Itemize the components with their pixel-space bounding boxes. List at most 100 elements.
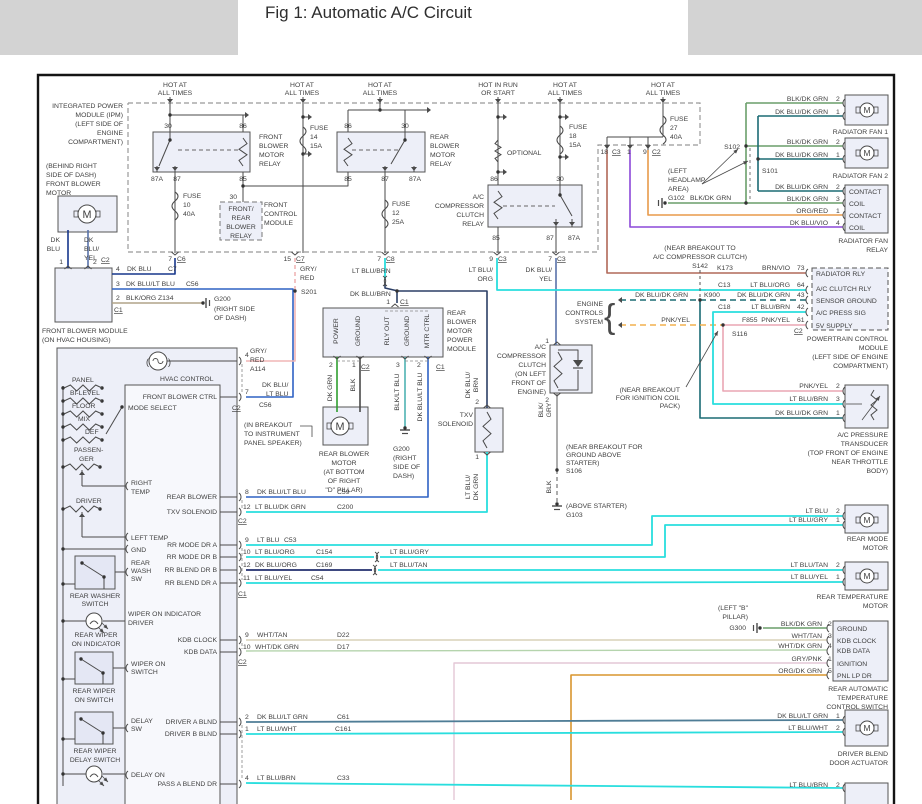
diagram-label: GER — [79, 456, 94, 463]
diagram-label: KDB CLOCK — [837, 638, 877, 645]
diagram-label: 1 — [627, 149, 631, 156]
motor-m-label: M — [864, 571, 871, 581]
diagram-label: 12 — [243, 562, 251, 569]
diagram-label: C1 — [400, 299, 409, 306]
diagram-label: ON SWITCH — [75, 697, 114, 704]
diagram-label: PANEL — [72, 377, 94, 384]
diagram-label: 73 — [797, 265, 805, 272]
junction-dot — [102, 575, 105, 578]
diagram-label: ALL TIMES — [646, 90, 681, 97]
diagram-label: 87 — [381, 176, 389, 183]
diagram-label: LT BLU/WHT — [257, 726, 297, 733]
diagram-label: LT BLU/BRN — [257, 775, 296, 782]
diagram-label: 10 — [243, 644, 251, 651]
diagram-label: ALL TIMES — [285, 90, 320, 97]
diagram-label: 86 — [490, 176, 498, 183]
diagram-label: PACK) — [660, 403, 680, 410]
diagram-label: RADIATOR FAN 1 — [833, 129, 888, 136]
diagram-label: 1 — [836, 109, 840, 116]
diagram-label: GRY/ — [250, 348, 267, 355]
diagram-label: AREA) — [668, 186, 689, 193]
pin-arc — [806, 296, 808, 304]
diagram-label: C2 — [238, 518, 247, 525]
pointer-line — [702, 149, 738, 184]
diagram-label: 2 — [116, 295, 120, 302]
diagram-label: BLK/ — [538, 403, 545, 418]
diagram-label: ORG/DK GRN — [778, 668, 822, 675]
diagram-label: C2 — [652, 149, 661, 156]
component-box — [55, 268, 112, 322]
arrowhead — [618, 297, 622, 303]
diagram-label: CLUTCH — [518, 362, 546, 369]
diagram-label: ( — [146, 357, 149, 367]
diagram-label: 18 — [600, 149, 608, 156]
diagram-label: C1 — [436, 364, 445, 371]
diagram-label: REAR — [430, 134, 449, 141]
pin-arc — [239, 357, 241, 365]
diagram-label: A114 — [250, 366, 266, 373]
diagram-label: DK — [51, 237, 61, 244]
diagram-label: PNL LP DR — [837, 673, 872, 680]
diagram-label: DK BLU/LT BLU — [417, 372, 424, 421]
diagram-label: 5V SUPPLY — [816, 323, 853, 330]
diagram-label: D17 — [337, 644, 350, 651]
pin-arc — [239, 553, 241, 561]
junction-dot — [79, 717, 82, 720]
diagram-label: HVAC CONTROL — [160, 376, 214, 383]
diagram-label: DELAY ON — [131, 772, 165, 779]
motor-m-label: M — [864, 515, 871, 525]
diagram-label: OPTIONAL — [507, 150, 542, 157]
diagram-label: 87 — [546, 235, 554, 242]
diagram-label: 1 — [59, 259, 63, 266]
diagram-label: TRANSDUCER — [841, 441, 888, 448]
junction-dot — [403, 138, 406, 141]
wire — [246, 650, 827, 651]
diagram-label: GROUND — [355, 316, 362, 346]
diagram-label: LT BLU — [266, 391, 289, 398]
diagram-label: GROUND — [837, 626, 867, 633]
diagram-label: DK BLU/ — [262, 382, 289, 389]
diagram-label: DK BLU/ — [526, 267, 553, 274]
diagram-label: C8 — [386, 256, 395, 263]
diagram-label: C1 — [114, 307, 123, 314]
diagram-label: 40A — [670, 134, 683, 141]
component-box — [845, 385, 888, 428]
diagram-label: C169 — [316, 562, 332, 569]
diagram-label: LT BLU/TAN — [791, 562, 828, 569]
diagram-label: 15A — [569, 142, 582, 149]
diagram-label: 1 — [836, 713, 840, 720]
pin-arc — [239, 566, 241, 574]
diagram-label: 1 — [245, 726, 249, 733]
component-box — [337, 132, 425, 172]
diagram-label: GND — [131, 547, 146, 554]
diagram-label: DK GRN — [473, 474, 480, 501]
diagram-label: S201 — [301, 289, 317, 296]
junction-dot — [168, 138, 171, 141]
diagram-label: Z134 — [158, 295, 174, 302]
diagram-label: 86 — [239, 123, 247, 130]
diagram-label: 25A — [392, 219, 405, 226]
junction-dot — [293, 289, 296, 292]
ground-dot — [201, 301, 204, 304]
diagram-label: SOLENOID — [438, 421, 473, 428]
diagram-label: (LEFT — [668, 168, 687, 175]
diagram-label: RELAY — [230, 233, 252, 240]
diagram-label: 42 — [797, 304, 805, 311]
diagram-label: 4 — [245, 775, 249, 782]
diagram-label: TXV — [460, 412, 474, 419]
diagram-label: 2 — [93, 259, 97, 266]
diagram-label: 4 — [828, 643, 832, 650]
diagram-label: 10 — [183, 202, 191, 209]
diagram-label: REAR — [447, 310, 466, 317]
diagram-label: IGNITION — [837, 661, 867, 668]
diagram-label: S142 — [692, 263, 708, 270]
diagram-label: 9 — [489, 256, 493, 263]
arrowhead — [427, 107, 431, 113]
diagram-label: C2 — [101, 257, 110, 264]
diagram-label: 43 — [797, 292, 805, 299]
diagram-label: 2 — [828, 621, 832, 628]
diagram-label: 2 — [836, 725, 840, 732]
motor-m-label: M — [864, 723, 871, 733]
diagram-label: GRY — [546, 402, 553, 417]
diagram-label: INTEGRATED POWER — [52, 103, 123, 110]
